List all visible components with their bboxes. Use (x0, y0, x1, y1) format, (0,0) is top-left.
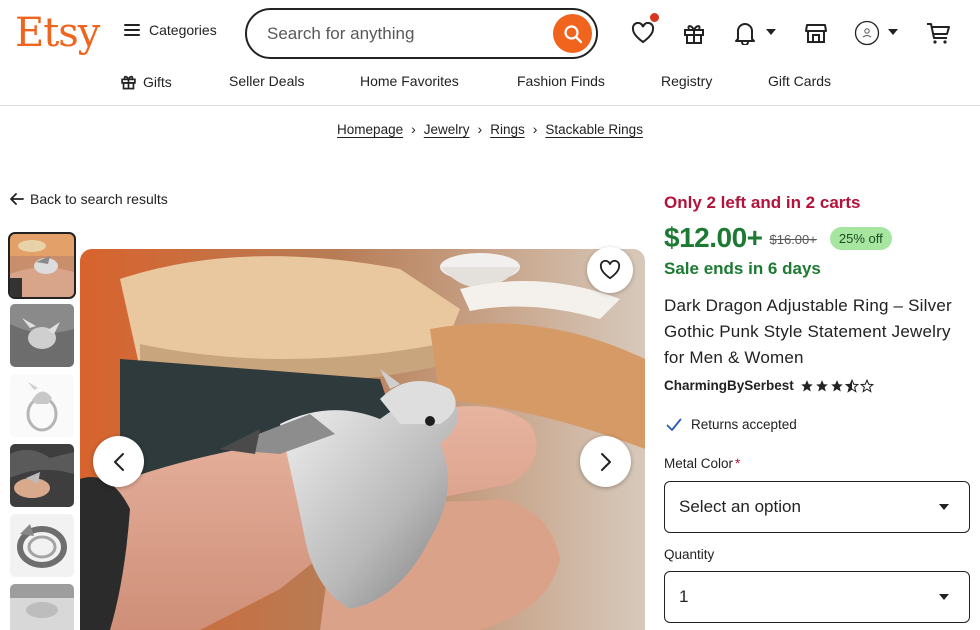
subnav-home-favorites[interactable]: Home Favorites (360, 73, 459, 89)
previous-image-button[interactable] (93, 436, 144, 487)
favorite-button[interactable] (587, 247, 633, 293)
metal-color-value: Select an option (679, 497, 801, 516)
metal-color-label: Metal Color * (664, 456, 740, 471)
gift-icon (684, 25, 704, 44)
subnav-registry[interactable]: Registry (661, 73, 712, 89)
shop-manager-button[interactable] (803, 20, 829, 46)
notification-dot (649, 12, 660, 23)
heart-icon (599, 260, 621, 280)
categories-button[interactable]: Categories (124, 22, 217, 38)
product-image[interactable] (80, 249, 645, 630)
header-divider (0, 105, 980, 106)
subnav-gift-cards[interactable]: Gift Cards (768, 73, 831, 89)
chevron-down-icon (939, 594, 949, 600)
arrow-left-icon (10, 193, 24, 205)
subnav-label: Gifts (143, 73, 172, 90)
chevron-left-icon (113, 452, 124, 471)
thumbnail-1[interactable] (8, 232, 76, 299)
subnav-fashion-finds[interactable]: Fashion Finds (517, 73, 605, 89)
returns-info: Returns accepted (666, 417, 797, 432)
menu-icon (124, 24, 140, 36)
avatar (854, 20, 880, 46)
breadcrumb-jewelry[interactable]: Jewelry (424, 122, 470, 137)
search-icon (563, 24, 582, 43)
star-empty-icon (859, 378, 874, 393)
shop-info: CharmingBySerbest (664, 378, 874, 393)
checkmark-icon (666, 418, 682, 431)
heart-icon (631, 22, 655, 44)
bell-icon (735, 23, 755, 45)
thumbnail-6[interactable] (10, 584, 74, 630)
search-bar (245, 8, 598, 59)
search-button[interactable] (553, 14, 592, 53)
breadcrumb-homepage[interactable]: Homepage (337, 122, 403, 137)
thumbnail-2[interactable] (10, 304, 74, 367)
next-image-button[interactable] (580, 436, 631, 487)
sale-price: $12.00+ (664, 222, 763, 253)
subnav-gifts[interactable]: Gifts (120, 73, 172, 90)
search-input[interactable] (267, 23, 537, 44)
chevron-down-icon[interactable] (766, 29, 776, 35)
favorites-button[interactable] (630, 12, 660, 46)
breadcrumb-stackable-rings[interactable]: Stackable Rings (545, 122, 643, 137)
star-full-icon (830, 379, 843, 392)
breadcrumb: Homepage › Jewelry › Rings › Stackable R… (0, 121, 980, 137)
chevron-down-icon (939, 504, 949, 510)
subnav-seller-deals[interactable]: Seller Deals (229, 73, 304, 89)
price-row: $12.00+ $16.00+ 25% off (664, 222, 892, 254)
stock-notice: Only 2 left and in 2 carts (664, 193, 861, 212)
gift-mode-button[interactable] (681, 20, 707, 46)
listing-title: Dark Dragon Adjustable Ring – Silver Got… (664, 296, 952, 367)
quantity-label: Quantity (664, 547, 715, 562)
star-full-icon (815, 379, 828, 392)
thumbnail-strip (8, 232, 76, 630)
quantity-select[interactable]: 1 (664, 571, 970, 623)
gift-icon (121, 75, 136, 90)
cart-icon (927, 23, 950, 44)
sale-ends-notice: Sale ends in 6 days (664, 259, 821, 278)
store-icon (805, 24, 827, 43)
account-button[interactable] (854, 20, 880, 46)
categories-label: Categories (149, 22, 217, 38)
metal-color-label-text: Metal Color (664, 456, 734, 471)
rating-stars (800, 378, 874, 393)
sub-navigation: Gifts Seller Deals Home Favorites Fashio… (0, 70, 980, 106)
chevron-right-icon: › (477, 121, 483, 137)
chevron-right-icon: › (411, 121, 416, 137)
etsy-logo[interactable]: Etsy (15, 10, 100, 56)
account-chevron-icon[interactable] (888, 29, 898, 35)
shop-name-link[interactable]: CharmingBySerbest (664, 378, 794, 393)
original-price: $16.00+ (769, 231, 817, 247)
notifications-button[interactable] (732, 20, 758, 46)
returns-label: Returns accepted (691, 417, 797, 432)
chevron-right-icon: › (532, 121, 538, 137)
thumbnail-5[interactable] (10, 514, 74, 577)
metal-color-select[interactable]: Select an option (664, 481, 970, 533)
thumbnail-3[interactable] (10, 374, 74, 437)
thumbnail-4[interactable] (10, 444, 74, 507)
chevron-right-icon (600, 452, 611, 471)
discount-badge: 25% off (829, 226, 892, 250)
quantity-value: 1 (679, 587, 689, 606)
star-full-icon (800, 379, 813, 392)
back-link-label: Back to search results (30, 191, 168, 207)
back-to-results-link[interactable]: Back to search results (10, 191, 168, 207)
breadcrumb-rings[interactable]: Rings (490, 122, 525, 137)
cart-button[interactable] (925, 20, 951, 46)
star-half-icon (844, 378, 859, 393)
required-marker: * (735, 456, 741, 471)
